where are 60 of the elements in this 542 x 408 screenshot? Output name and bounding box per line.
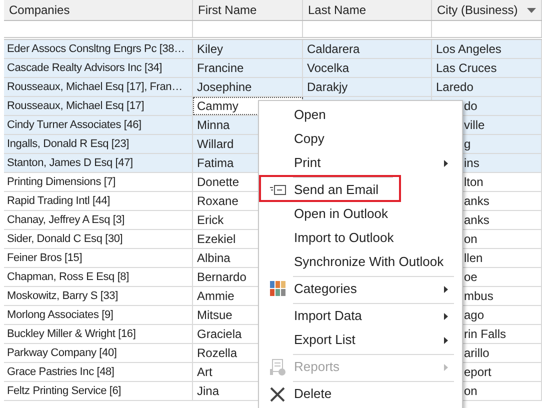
table-cell-text: rin Falls bbox=[464, 326, 506, 343]
table-cell-text: Cascade Realty Advisors Inc [34] bbox=[7, 60, 162, 76]
table-cell-text: Cindy Turner Associates [46] bbox=[7, 118, 142, 133]
table-cell-text: Moskowitz, Barry S [33] bbox=[7, 288, 118, 304]
table-cell-text: Feltz Printing Service [6] bbox=[7, 384, 122, 399]
table-cell-text: Albina bbox=[197, 250, 230, 267]
table-cell-text: Parkway Company [40] bbox=[7, 346, 117, 361]
table-cell-text: Ammie bbox=[197, 288, 234, 305]
table-cell-text: Los Angeles bbox=[436, 41, 502, 58]
table-cell-text: Francine bbox=[197, 60, 244, 77]
table-cell-text: arillo bbox=[464, 345, 490, 362]
table-cell-text: Rozella bbox=[197, 345, 238, 362]
table-cell-text: Buckley Miller & Wright [16] bbox=[7, 326, 136, 342]
table-cell-text: Jina bbox=[197, 383, 220, 400]
table-cell-text: Minna bbox=[197, 117, 230, 134]
table-cell-text: Bernardo bbox=[197, 269, 246, 286]
table-cell-text: eport bbox=[464, 364, 492, 381]
table-cell-text: oe bbox=[464, 269, 478, 286]
table-cell-text: Josephine bbox=[197, 79, 252, 96]
table-cell-text: Donette bbox=[197, 174, 240, 191]
table-cell-text: Rapid Trading Intl [44] bbox=[7, 194, 110, 209]
table-cell-text: Chapman, Ross E Esq [8] bbox=[7, 270, 129, 285]
table-cell-text: anks bbox=[464, 193, 490, 210]
table-cell-text: Chanay, Jeffrey A Esq [3] bbox=[7, 212, 124, 228]
table-cell-text: ville bbox=[464, 117, 485, 134]
table-cell-text: on bbox=[464, 231, 478, 248]
table-cell-text: Las Cruces bbox=[436, 60, 497, 77]
table-cell-text: mbus bbox=[464, 288, 494, 305]
table-cell-text: Morlong Associates [9] bbox=[7, 308, 114, 323]
table-cell-text: Erick bbox=[197, 212, 224, 229]
table-cell-text: llen bbox=[464, 250, 483, 267]
table-cell-text: Art bbox=[197, 364, 212, 381]
table-cell-text: Graciela bbox=[197, 326, 242, 343]
table-cell-text: Sider, Donald C Esq [30] bbox=[7, 232, 123, 247]
table-cell-text: Kiley bbox=[197, 41, 224, 58]
table-cell-text: Fatima bbox=[197, 155, 234, 172]
table-cell-text: on bbox=[464, 383, 478, 400]
table-cell-text: Willard bbox=[197, 136, 234, 153]
table-cell-text: ins bbox=[464, 155, 480, 172]
table-cell-text: Eder Assocs Consltng Engrs Pc [38… bbox=[7, 42, 185, 57]
table-cell-text: Cammy bbox=[197, 98, 238, 115]
table-cell-text: Darakjy bbox=[307, 79, 348, 96]
table-cell-text: Mitsue bbox=[197, 307, 232, 324]
table-cell-text: Grace Pastries Inc [48] bbox=[7, 364, 114, 380]
table-cell-text: Roxane bbox=[197, 193, 238, 210]
table-cell-text: Rousseaux, Michael Esq [17], Fran… bbox=[7, 80, 182, 95]
table-cell-text: Feiner Bros [15] bbox=[7, 250, 82, 266]
table-cell-text: Caldarera bbox=[307, 41, 360, 58]
table-cell-text: Vocelka bbox=[307, 60, 350, 77]
table-cell-text: Ezekiel bbox=[197, 231, 236, 248]
table-cell-text: lton bbox=[464, 174, 484, 191]
table-cell-text: Stanton, James D Esq [47] bbox=[7, 156, 133, 171]
table-cell-text: Printing Dimensions [7] bbox=[7, 174, 116, 190]
table-cell-text: Laredo bbox=[436, 79, 474, 96]
table-cell-text: Ingalls, Donald R Esq [23] bbox=[7, 136, 129, 152]
table-cell-text: do bbox=[464, 98, 478, 115]
table-cell-text: Rousseaux, Michael Esq [17] bbox=[7, 98, 144, 114]
table-cell-text: anks bbox=[464, 212, 490, 229]
table-cell-text: ago bbox=[464, 307, 484, 324]
table-cell-text: g bbox=[464, 136, 471, 153]
